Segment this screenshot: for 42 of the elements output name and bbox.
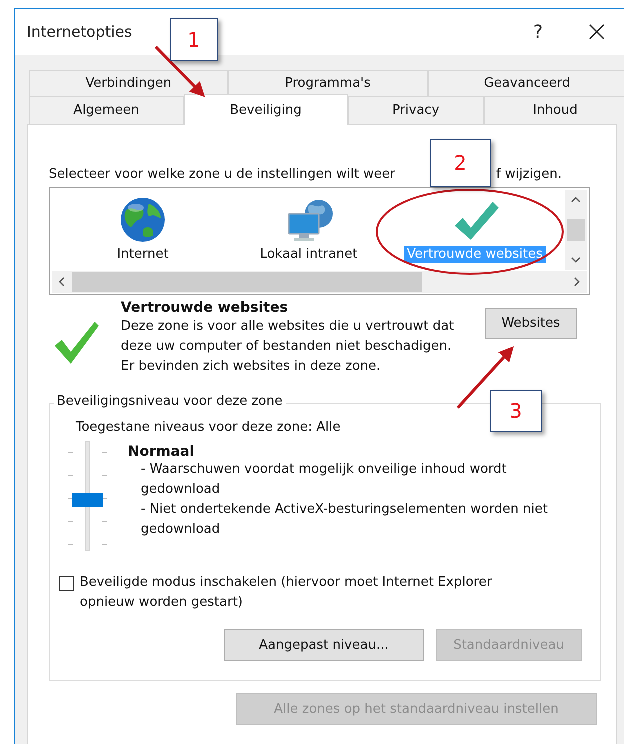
zone-label: Vertrouwde websites [404, 246, 546, 263]
protected-mode-checkbox[interactable] [59, 576, 74, 591]
tab[interactable]: Algemeen [29, 96, 184, 124]
tab[interactable]: Verbindingen [29, 70, 228, 96]
group-legend: Beveiligingsniveau voor deze zone [54, 394, 286, 409]
level-description: - Waarschuwen voordat mogelijk onveilige inhoud wordt gedownload [140, 461, 508, 499]
tab[interactable]: Inhoud [484, 96, 624, 124]
help-button[interactable]: ? [533, 22, 543, 42]
zone-prompt-text: Selecteer voor welke zone u de instellingen wilt weer [49, 167, 396, 182]
callout-number: 1 [170, 18, 218, 61]
horizontal-scrollbar[interactable] [52, 271, 587, 293]
zone-label: Internet [116, 246, 170, 263]
zone-prompt-text: f wijzigen. [496, 167, 562, 182]
protected-mode-label: Beveiligde modus inschakelen (hiervoor moet Internet Explorer opnieuw worden gestart) [80, 574, 494, 612]
level-name: Normaal [128, 444, 196, 460]
scroll-thumb[interactable] [567, 219, 585, 241]
level-description: - Niet ondertekende ActiveX-besturingselementen worden niet gedownload [140, 501, 549, 539]
tab[interactable]: Beveiliging [184, 94, 348, 125]
scroll-up-icon [571, 196, 581, 204]
websites-button[interactable]: Websites [485, 308, 577, 339]
scroll-right-icon [573, 277, 581, 287]
window-title: Internetopties [27, 23, 132, 41]
scroll-thumb[interactable] [72, 272, 422, 292]
callout-number: 2 [430, 139, 491, 187]
zone-title: Vertrouwde websites [121, 300, 290, 316]
globe-icon [119, 196, 167, 244]
security-level-slider[interactable] [66, 441, 110, 551]
level-button[interactable]: Aangepast niveau... [224, 629, 424, 661]
tab[interactable]: Programma's [228, 70, 428, 96]
zone-description: Er bevinden zich websites in deze zone. [121, 358, 382, 376]
callout-number: 3 [490, 390, 542, 432]
close-icon [589, 24, 605, 40]
vertical-scrollbar[interactable] [565, 190, 587, 270]
slider-thumb[interactable] [72, 493, 103, 507]
zone-description: Deze zone is voor alle websites die u vertrouwt dat deze uw computer of bestanden niet beschadigen. [121, 318, 456, 356]
scroll-left-icon [58, 277, 66, 287]
zone-label: Lokaal intranet [259, 246, 359, 263]
tab[interactable]: Geavanceerd [428, 70, 624, 96]
scroll-down-icon [571, 256, 581, 264]
allowed-levels-text: Toegestane niveaus voor deze zone: Alle [76, 420, 342, 435]
close-button[interactable] [589, 24, 605, 40]
tab[interactable]: Privacy [348, 96, 484, 124]
